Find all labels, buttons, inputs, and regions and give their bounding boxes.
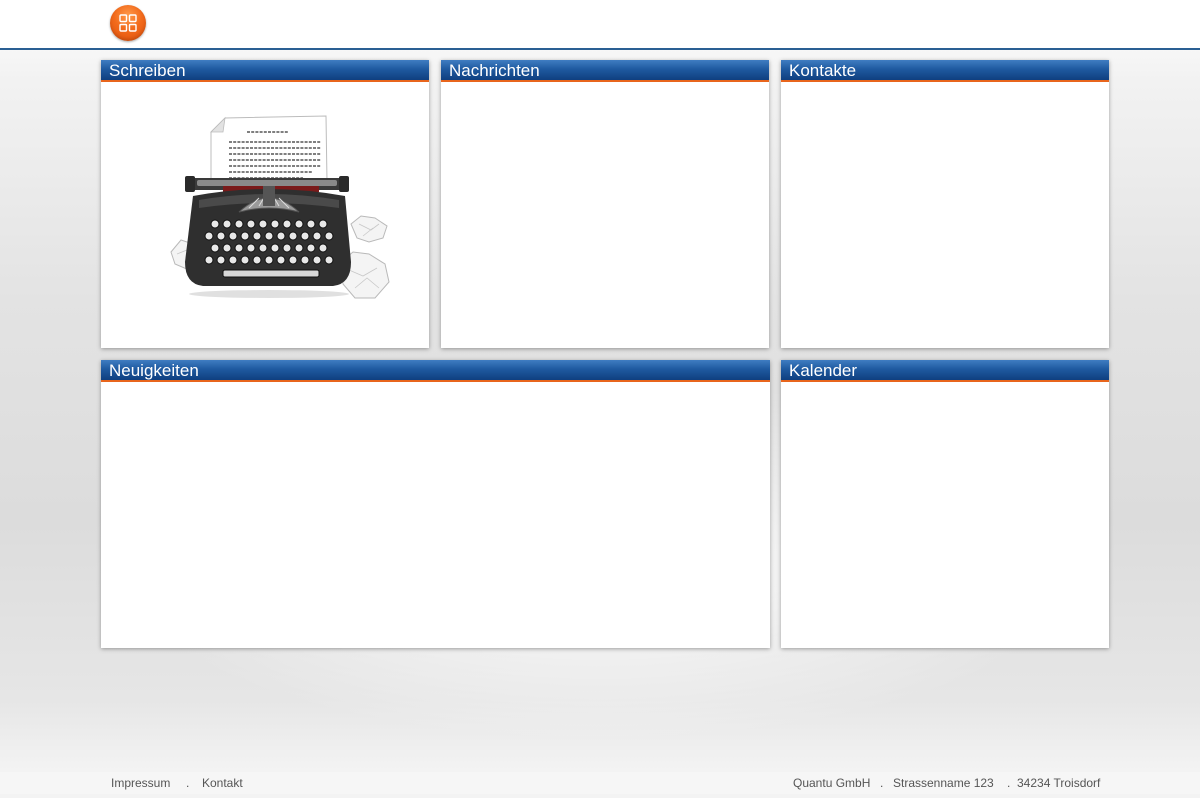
panel-kontakte[interactable]: Kontakte (781, 60, 1109, 348)
panel-title-neuigkeiten: Neuigkeiten (109, 361, 199, 380)
panel-header: Schreiben (101, 60, 429, 82)
panel-title-kontakte: Kontakte (789, 61, 857, 80)
panel-schreiben[interactable]: Schreiben (101, 60, 429, 348)
panel-neuigkeiten[interactable]: Neuigkeiten (101, 360, 770, 648)
panel-header: Nachrichten (441, 60, 769, 82)
footer-link-impressum[interactable]: Impressum (111, 776, 170, 790)
panel-title-kalender: Kalender (789, 361, 858, 380)
footer-separator: . (186, 776, 190, 790)
panel-kalender[interactable]: Kalender (781, 360, 1109, 648)
footer-street: Strassenname 123 (893, 776, 994, 790)
top-bar (0, 0, 1200, 50)
typewriter-illustration[interactable] (163, 112, 403, 312)
panel-header: Kalender (781, 360, 1109, 382)
grid-icon (119, 14, 137, 32)
panel-title-schreiben: Schreiben (109, 61, 186, 80)
footer-link-kontakt[interactable]: Kontakt (202, 776, 243, 790)
footer-company: Quantu GmbH (793, 776, 871, 790)
footer-separator: . (880, 776, 884, 790)
panel-title-nachrichten: Nachrichten (449, 61, 540, 80)
home-button[interactable] (110, 5, 146, 41)
footer: Impressum . Kontakt Quantu GmbH . Strass… (0, 772, 1200, 794)
footer-separator: . (1007, 776, 1011, 790)
panel-header: Neuigkeiten (101, 360, 770, 382)
panel-header: Kontakte (781, 60, 1109, 82)
footer-city: 34234 Troisdorf (1017, 776, 1101, 790)
panel-nachrichten[interactable]: Nachrichten (441, 60, 769, 348)
